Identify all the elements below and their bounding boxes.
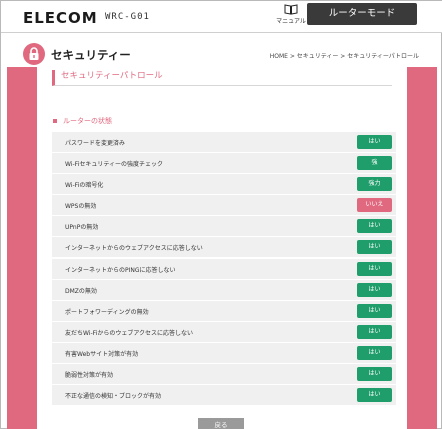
- check-label: Wi-Fiの暗号化: [65, 182, 104, 190]
- check-row: 不正な通信の検知・ブロックが有効 はい: [52, 385, 396, 406]
- check-label: インターネットからのPINGに応答しない: [65, 266, 176, 274]
- check-label: 有害Webサイト対策が有効: [65, 350, 139, 358]
- check-row: WPSの無効 いいえ: [52, 195, 396, 216]
- section-title: セキュリティーパトロール: [52, 70, 392, 86]
- status-heading: ルーターの状態: [53, 116, 112, 126]
- breadcrumb: HOME > セキュリティー > セキュリティーパトロール: [269, 53, 419, 60]
- check-status-badge: はい: [357, 219, 392, 234]
- check-row: DMZの無効 はい: [52, 279, 396, 300]
- check-row: Wi-Fiの暗号化 強力: [52, 174, 396, 195]
- left-accent-rail: [7, 67, 37, 429]
- check-status-badge: はい: [357, 135, 392, 149]
- manual-label: マニュアル: [276, 18, 306, 25]
- bullet-square-icon: [53, 119, 57, 123]
- check-status-badge: はい: [357, 345, 392, 360]
- check-status-badge: はい: [357, 367, 392, 382]
- check-row: インターネットからのウェブアクセスに応答しない はい: [52, 237, 396, 258]
- check-status-badge: 強: [357, 156, 392, 171]
- check-status-badge: はい: [357, 303, 392, 318]
- top-bar: ELECOM WRC-G01 マニュアル ルーターモード: [1, 1, 442, 33]
- manual-button[interactable]: マニュアル: [276, 4, 306, 25]
- check-label: ポートフォワーディングの無効: [65, 308, 149, 316]
- check-label: UPnPの無効: [65, 224, 99, 232]
- check-row: UPnPの無効 はい: [52, 216, 396, 237]
- model-name: WRC-G01: [105, 12, 150, 22]
- right-accent-rail: [407, 67, 437, 429]
- check-label: 友だちWi-Fiからのウェブアクセスに応答しない: [65, 329, 194, 337]
- check-row: ポートフォワーディングの無効 はい: [52, 300, 396, 321]
- check-status-badge: 強力: [357, 177, 392, 192]
- check-status-badge: はい: [357, 324, 392, 339]
- book-icon: [284, 4, 298, 15]
- check-row: 有害Webサイト対策が有効 はい: [52, 342, 396, 363]
- page-title: セキュリティー: [51, 48, 131, 62]
- check-label: インターネットからのウェブアクセスに応答しない: [65, 245, 203, 253]
- check-label: Wi-Fiセキュリティーの強度チェック: [65, 161, 163, 169]
- check-row: 脆弱性対策が有効 はい: [52, 364, 396, 385]
- brand-logo: ELECOM: [23, 9, 98, 27]
- check-label: 脆弱性対策が有効: [65, 372, 114, 380]
- back-button[interactable]: 戻る: [198, 418, 244, 429]
- status-heading-text: ルーターの状態: [63, 117, 112, 125]
- check-row: パスワードを変更済み はい: [52, 132, 396, 152]
- content-panel: セキュリティーパトロール ルーターの状態 パスワードを変更済み はい Wi-Fiセキ…: [37, 67, 407, 429]
- check-status-badge: はい: [357, 388, 392, 403]
- check-list: パスワードを変更済み はい Wi-Fiセキュリティーの強度チェック強 Wi-Fiの暗号…: [52, 132, 396, 406]
- app-frame: ELECOM WRC-G01 マニュアル ルーターモード セキュリティー HOM…: [0, 0, 442, 429]
- check-status-badge: はい: [357, 282, 392, 297]
- check-row: インターネットからのPINGに応答しない はい: [52, 258, 396, 279]
- check-status-badge: はい: [357, 261, 392, 276]
- check-status-badge: いいえ: [357, 198, 392, 213]
- check-label: パスワードを変更済み: [65, 140, 126, 147]
- check-label: 不正な通信の検知・ブロックが有効: [65, 393, 162, 401]
- check-row: 友だちWi-Fiからのウェブアクセスに応答しない はい: [52, 321, 396, 342]
- check-label: WPSの無効: [65, 203, 97, 211]
- header-divider: [1, 32, 442, 33]
- check-status-badge: はい: [357, 240, 392, 255]
- lock-icon: [23, 43, 45, 65]
- check-label: DMZの無効: [65, 287, 97, 295]
- router-mode-button[interactable]: ルーターモード: [307, 3, 417, 25]
- check-row: Wi-Fiセキュリティーの強度チェック 強: [52, 153, 396, 174]
